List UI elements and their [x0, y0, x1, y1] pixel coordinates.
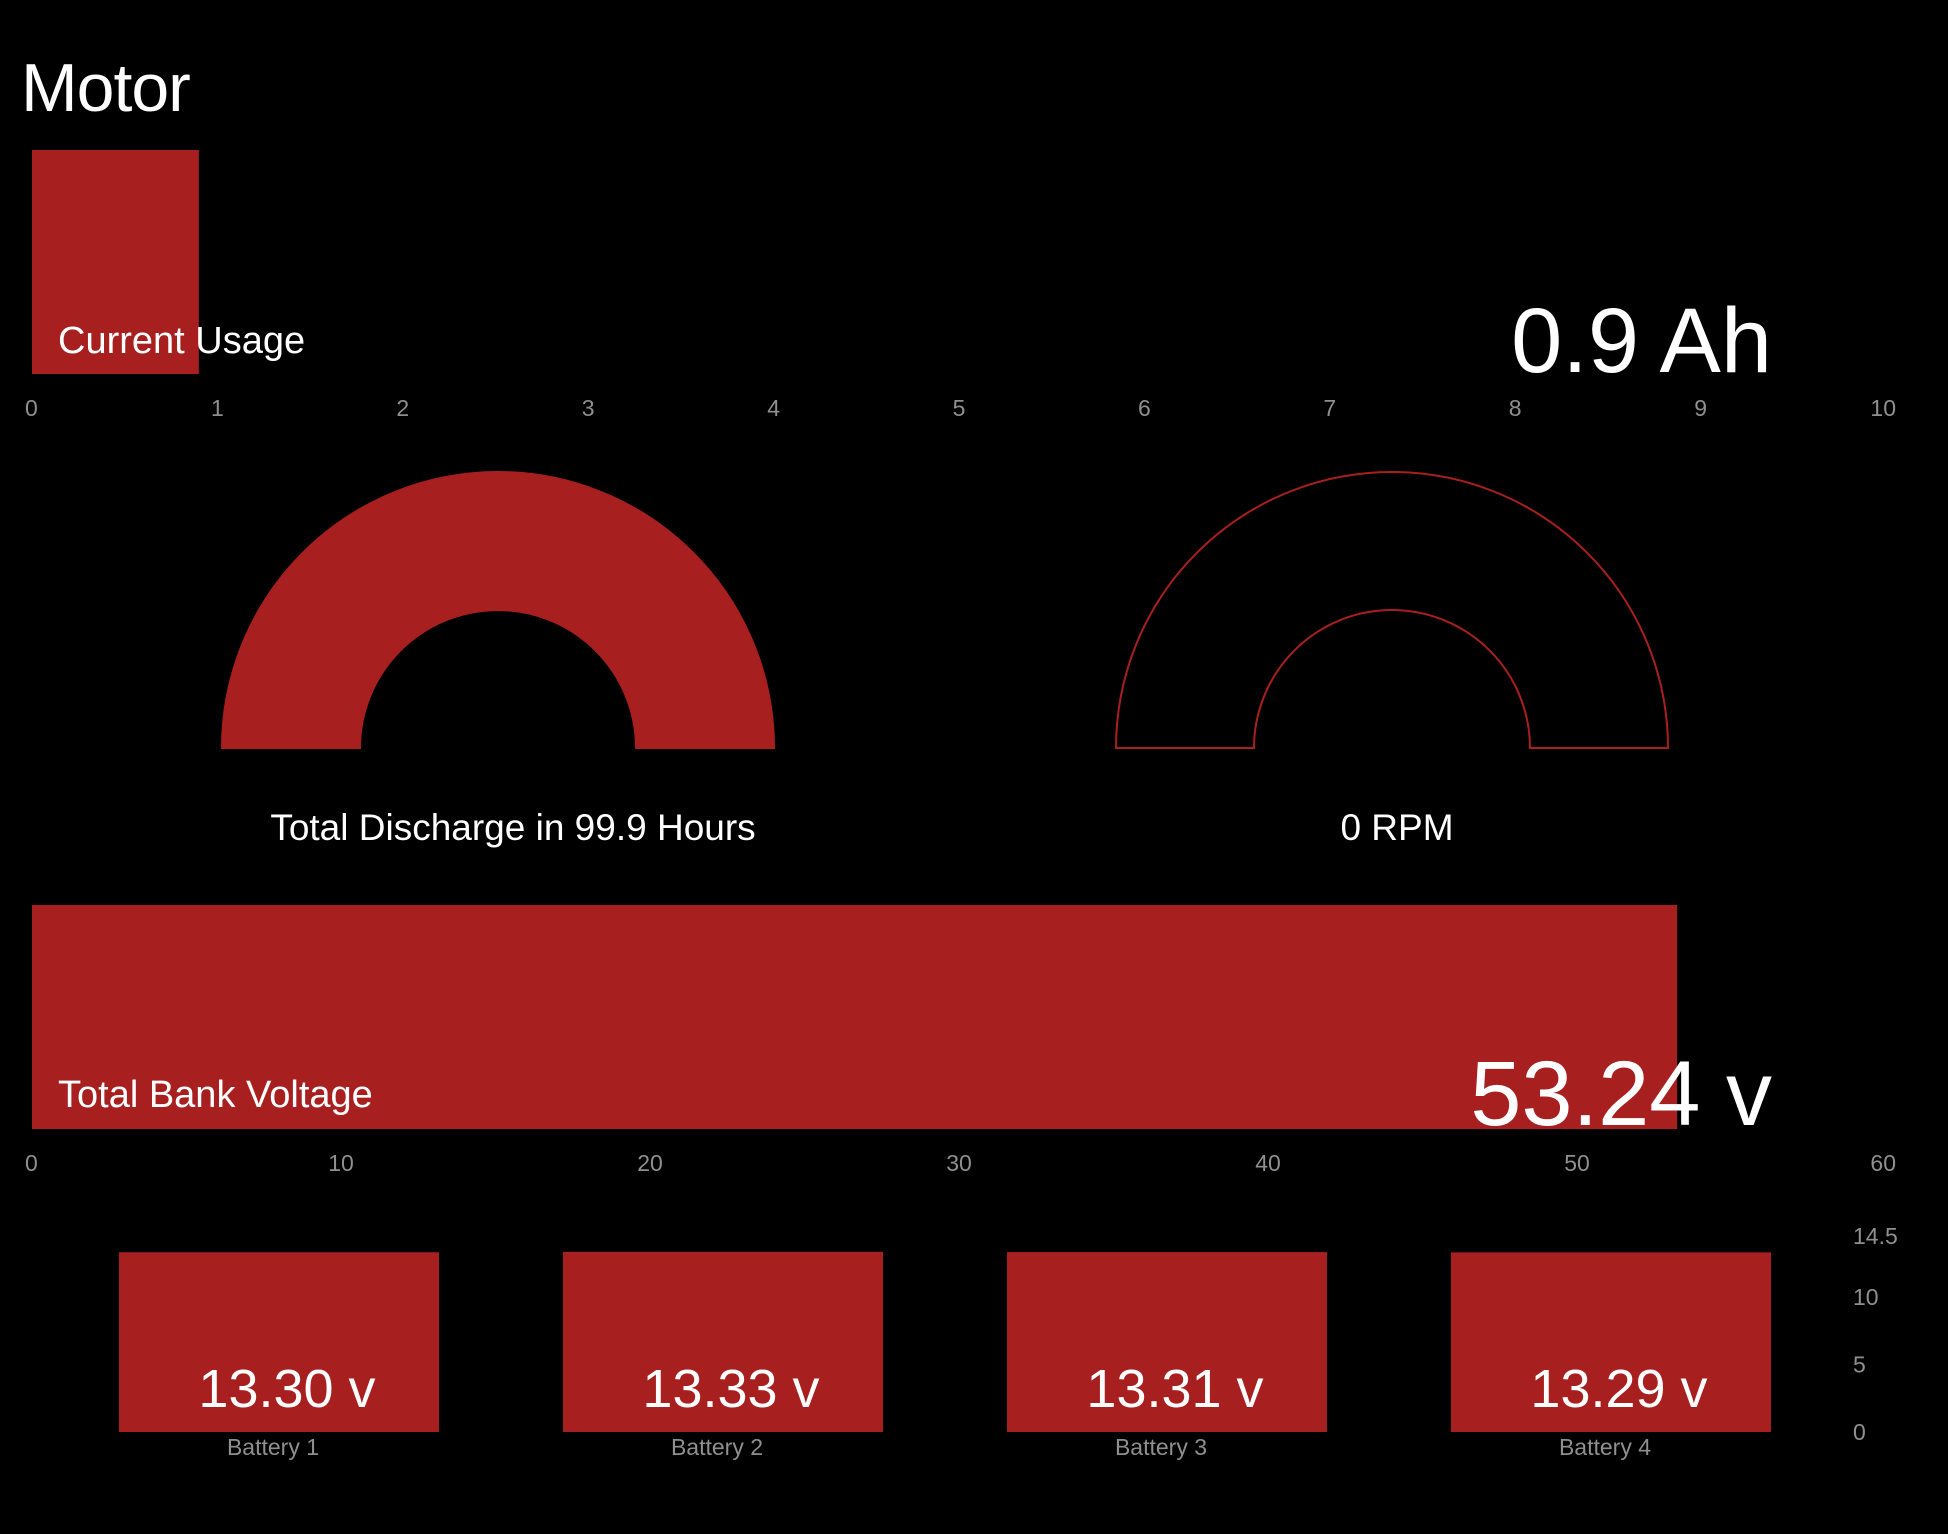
- battery-axis-tick: 5: [1853, 1351, 1866, 1377]
- current-usage-axis: 0 1 2 3 4 5 6 7 8 9 10: [25, 395, 1896, 421]
- battery-value-label: 13.33 v: [642, 1359, 819, 1419]
- battery-name-label: Battery 3: [1115, 1434, 1207, 1460]
- bank-voltage-tick: 30: [946, 1150, 972, 1176]
- battery-name-label: Battery 2: [671, 1434, 763, 1460]
- discharge-gauge-label: Total Discharge in 99.9 Hours: [270, 807, 755, 848]
- battery-name-label: Battery 1: [227, 1434, 319, 1460]
- battery-value-label: 13.30 v: [198, 1359, 375, 1419]
- current-usage-value: 0.9 Ah: [1511, 290, 1772, 392]
- current-usage-tick: 5: [953, 395, 966, 421]
- current-usage-tick: 7: [1323, 395, 1336, 421]
- bank-voltage-tick: 60: [1870, 1150, 1896, 1176]
- current-usage-tick: 6: [1138, 395, 1151, 421]
- battery-voltage-axis: 0 5 10 14.5: [1853, 1223, 1898, 1445]
- battery-axis-tick: 10: [1853, 1284, 1879, 1310]
- battery-voltage-chart: 13.30 v Battery 1 13.33 v Battery 2 13.31 v B…: [119, 1251, 1771, 1460]
- current-usage-tick: 10: [1870, 395, 1896, 421]
- current-usage-chart: Current Usage 0.9 Ah 0 1 2 3 4 5 6 7 8 9 10: [25, 150, 1896, 421]
- battery-axis-tick: 14.5: [1853, 1223, 1898, 1249]
- bank-voltage-label: Total Bank Voltage: [58, 1074, 373, 1116]
- battery-value-label: 13.29 v: [1530, 1359, 1707, 1419]
- current-usage-label: Current Usage: [58, 320, 305, 362]
- rpm-gauge: 0 RPM: [1114, 471, 1670, 848]
- battery-axis-tick: 0: [1853, 1419, 1866, 1445]
- discharge-gauge-fill: [222, 472, 774, 748]
- motor-dashboard: Current Usage 0.9 Ah 0 1 2 3 4 5 6 7 8 9 10 Total …: [25, 150, 1898, 1460]
- battery-name-label: Battery 4: [1559, 1434, 1651, 1460]
- current-usage-tick: 4: [767, 395, 780, 421]
- current-usage-tick: 8: [1509, 395, 1522, 421]
- rpm-gauge-track: [1114, 471, 1670, 749]
- bank-voltage-tick: 20: [637, 1150, 663, 1176]
- current-usage-tick: 0: [25, 395, 38, 421]
- bank-voltage-tick: 10: [328, 1150, 354, 1176]
- discharge-gauge: Total Discharge in 99.9 Hours: [220, 471, 776, 848]
- bank-voltage-tick: 0: [25, 1150, 38, 1176]
- current-usage-tick: 9: [1694, 395, 1707, 421]
- bank-voltage-tick: 50: [1564, 1150, 1590, 1176]
- bank-voltage-tick: 40: [1255, 1150, 1281, 1176]
- bank-voltage-value: 53.24 v: [1470, 1043, 1772, 1145]
- current-usage-tick: 3: [582, 395, 595, 421]
- current-usage-tick: 2: [396, 395, 409, 421]
- battery-value-label: 13.31 v: [1086, 1359, 1263, 1419]
- rpm-gauge-label: 0 RPM: [1340, 807, 1453, 848]
- bank-voltage-chart: Total Bank Voltage 53.24 v 0 10 20 30 40 50 60: [25, 905, 1896, 1176]
- current-usage-tick: 1: [211, 395, 224, 421]
- bank-voltage-axis: 0 10 20 30 40 50 60: [25, 1150, 1896, 1176]
